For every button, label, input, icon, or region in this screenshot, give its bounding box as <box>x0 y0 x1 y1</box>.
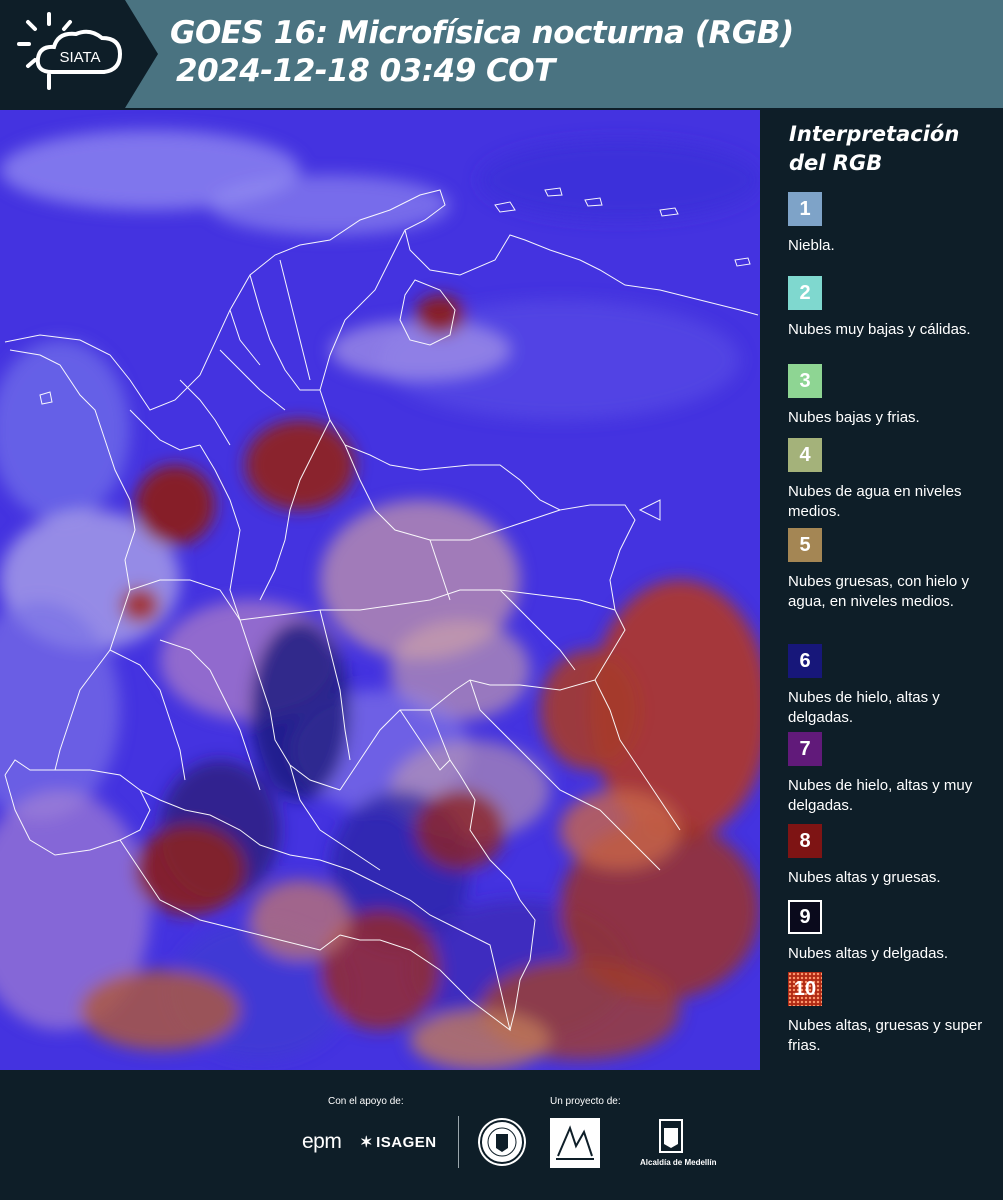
legend-item-5: 5 Nubes gruesas, con hielo y agua, en niv… <box>788 528 998 612</box>
footer-sponsors: Con el apoyo de: Un proyecto de: epm ✶ I… <box>0 1070 1003 1200</box>
university-seal-icon <box>478 1118 526 1166</box>
legend-label: Nubes bajas y frias. <box>788 409 920 426</box>
area-metropolitana-logo <box>550 1118 600 1168</box>
isagen-star-icon: ✶ <box>360 1134 374 1151</box>
legend-item-9: 9 Nubes altas y delgadas. <box>788 900 998 964</box>
legend-swatch: 10 <box>788 972 822 1006</box>
legend-item-8: 8 Nubes altas y gruesas. <box>788 824 998 888</box>
legend-swatch: 3 <box>788 364 822 398</box>
legend-title: Interpretación del RGB <box>789 120 959 178</box>
legend-swatch: 2 <box>788 276 822 310</box>
legend-item-4: 4 Nubes de agua en niveles medios. <box>788 438 998 522</box>
legend-label: Nubes altas y gruesas. <box>788 869 941 886</box>
support-label: Con el apoyo de: <box>328 1096 404 1107</box>
legend-swatch: 8 <box>788 824 822 858</box>
isagen-text: ISAGEN <box>376 1133 437 1151</box>
legend-item-1: 1 Niebla. <box>788 192 998 256</box>
legend-label: Nubes altas y delgadas. <box>788 945 949 962</box>
header-bar: SIATA GOES 16: Microfísica nocturna (RGB… <box>0 0 1003 108</box>
legend-label: Nubes de agua en niveles medios. <box>788 483 962 520</box>
legend-label: Nubes gruesas, con hielo y agua, en nive… <box>788 573 969 610</box>
legend-swatch: 4 <box>788 438 822 472</box>
legend-label: Nubes muy bajas y cálidas. <box>788 321 971 338</box>
legend-label: Nubes de hielo, altas y delgadas. <box>788 689 940 726</box>
legend-title-line2: del RGB <box>789 151 883 175</box>
legend-item-3: 3 Nubes bajas y frias. <box>788 364 998 428</box>
title-timestamp: 2024-12-18 03:49 COT <box>176 53 555 89</box>
epm-logo: epm <box>302 1130 342 1153</box>
legend-label: Nubes de hielo, altas y muy delgadas. <box>788 777 973 814</box>
legend-item-6: 6 Nubes de hielo, altas y delgadas. <box>788 644 998 728</box>
legend-title-line1: Interpretación <box>789 122 960 146</box>
satellite-image-map <box>0 110 760 1070</box>
legend-swatch: 9 <box>788 900 822 934</box>
legend-label: Niebla. <box>788 237 835 254</box>
legend-swatch: 1 <box>788 192 822 226</box>
legend-item-2: 2 Nubes muy bajas y cálidas. <box>788 276 998 340</box>
legend-swatch: 6 <box>788 644 822 678</box>
alcaldia-logo: Alcaldía de Medellín <box>640 1118 717 1170</box>
legend-item-7: 7 Nubes de hielo, altas y muy delgadas. <box>788 732 998 816</box>
title-product: GOES 16: Microfísica nocturna (RGB) <box>170 15 794 51</box>
siata-logo: SIATA <box>0 0 158 108</box>
footer-divider <box>458 1116 459 1168</box>
isagen-logo: ✶ ISAGEN <box>360 1133 437 1152</box>
page-title: GOES 16: Microfísica nocturna (RGB) 2024… <box>170 14 794 90</box>
legend-swatch: 5 <box>788 528 822 562</box>
alcaldia-text: Alcaldía de Medellín <box>640 1158 717 1167</box>
logo-text: SIATA <box>59 49 100 66</box>
legend-label: Nubes altas, gruesas y super frias. <box>788 1017 983 1054</box>
legend-swatch: 7 <box>788 732 822 766</box>
project-label: Un proyecto de: <box>550 1096 621 1107</box>
rgb-legend: Interpretación del RGB 1 Niebla. 2 Nubes mu… <box>760 108 1003 1070</box>
legend-item-10: 10 Nubes altas, gruesas y super frias. <box>788 972 998 1056</box>
